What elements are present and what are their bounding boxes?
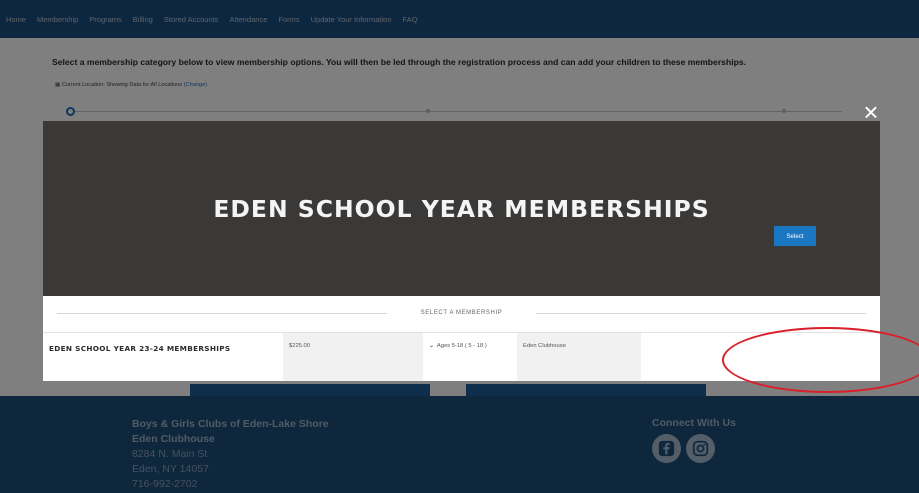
modal-hero: EDEN SCHOOL YEAR MEMBERSHIPS — [43, 121, 880, 296]
chevron-down-icon: ⌄ — [429, 343, 434, 349]
modal-title: EDEN SCHOOL YEAR MEMBERSHIPS — [213, 194, 710, 223]
membership-ages-text: Ages 5-18 ( 5 - 18 ) — [436, 343, 487, 349]
highlight-circle — [722, 327, 919, 393]
membership-ages[interactable]: ⌄ Ages 5-18 ( 5 - 18 ) — [423, 333, 517, 381]
close-icon[interactable]: × — [858, 99, 884, 125]
membership-location: Eden Clubhouse — [517, 333, 641, 381]
divider — [536, 313, 866, 314]
select-button[interactable]: Select — [774, 226, 816, 246]
membership-price: $225.00 — [283, 333, 423, 381]
select-membership-header: SELECT A MEMBERSHIP — [43, 296, 880, 332]
membership-name: EDEN SCHOOL YEAR 23-24 MEMBERSHIPS — [49, 344, 231, 353]
